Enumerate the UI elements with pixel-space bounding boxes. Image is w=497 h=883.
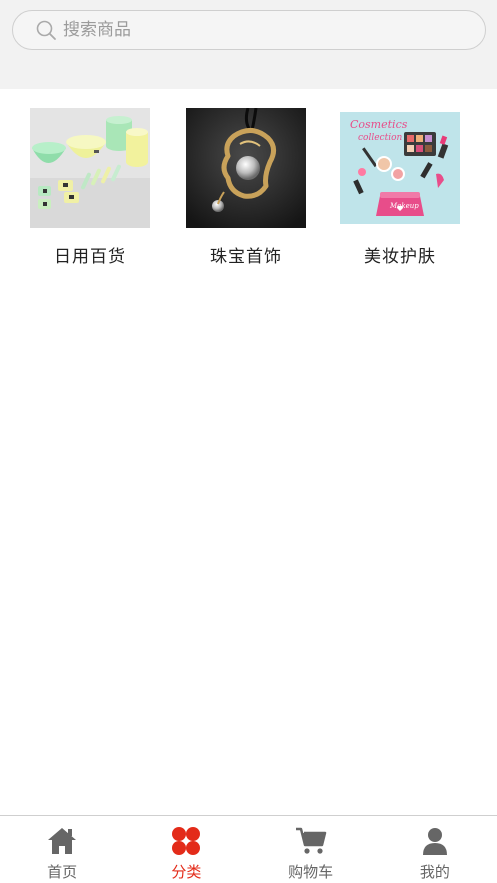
category-item-cosmetics[interactable]: Cosmetics collection Makeup 美妆护肤 [322, 108, 478, 267]
search-bar[interactable] [12, 10, 486, 50]
tab-label: 购物车 [288, 863, 334, 881]
category-item-daily-goods[interactable]: 日用百货 [12, 108, 168, 267]
tab-profile[interactable]: 我的 [373, 816, 497, 883]
category-label: 美妆护肤 [364, 247, 436, 267]
cosmetics-title-text: Cosmetics [350, 118, 408, 131]
search-input[interactable] [63, 15, 443, 45]
category-grid: 日用百货 珠宝首饰 Cosmetics collection Makeup 美妆… [0, 108, 497, 267]
tab-home[interactable]: 首页 [0, 816, 124, 883]
tab-category[interactable]: 分类 [124, 816, 248, 883]
profile-icon [422, 828, 447, 855]
tab-label: 分类 [171, 863, 202, 881]
cosmetics-image: Cosmetics collection Makeup [340, 112, 460, 224]
cosmetics-subtitle-text: collection [358, 133, 402, 143]
category-label: 日用百货 [54, 247, 126, 267]
header [0, 0, 497, 89]
tab-label: 我的 [419, 863, 450, 881]
search-icon [36, 20, 56, 40]
cosmetics-bag-text: Makeup [389, 202, 419, 210]
tab-cart[interactable]: 购物车 [249, 816, 373, 883]
daily-goods-image [30, 108, 150, 228]
home-icon [48, 828, 77, 854]
category-label: 珠宝首饰 [210, 247, 282, 267]
bottom-tab-bar: 首页 分类 购物车 我的 [0, 815, 497, 883]
category-icon [172, 827, 201, 855]
tab-label: 首页 [47, 863, 78, 881]
jewelry-image [186, 108, 306, 228]
cart-icon [295, 827, 326, 854]
category-item-jewelry[interactable]: 珠宝首饰 [168, 108, 324, 267]
category-page: 日用百货 [0, 0, 497, 883]
